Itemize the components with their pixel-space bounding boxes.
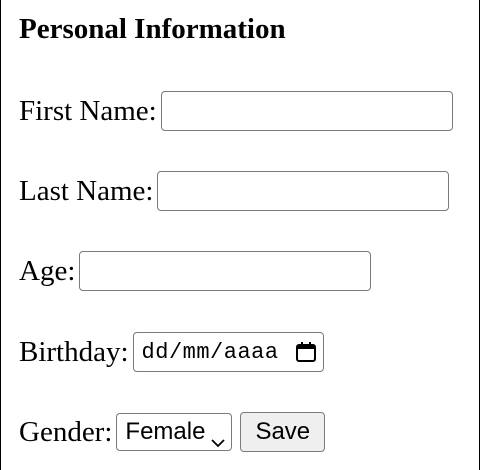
gender-label: Gender: [19, 416, 113, 448]
form-container: Personal Information First Name: Last Na… [0, 0, 480, 470]
birthday-label: Birthday: [19, 336, 129, 368]
first-name-label: First Name: [19, 95, 157, 127]
birthday-placeholder: dd/mm/aaaa [141, 339, 279, 365]
form-title: Personal Information [19, 13, 286, 45]
age-input[interactable] [79, 251, 372, 291]
last-name-input[interactable] [157, 171, 450, 211]
last-name-row: Last Name: [19, 171, 450, 211]
birthday-row: Birthday: dd/mm/aaaa [19, 332, 324, 372]
gender-select[interactable]: Female [116, 413, 233, 451]
calendar-icon[interactable] [295, 341, 317, 363]
first-name-input[interactable] [160, 91, 453, 131]
gender-selected-value: Female [125, 418, 206, 445]
last-name-label: Last Name: [19, 175, 154, 207]
first-name-row: First Name: [19, 91, 453, 131]
age-label: Age: [19, 255, 76, 287]
gender-row: Gender: Female Save [19, 412, 326, 452]
chevron-down-icon [211, 427, 226, 448]
age-row: Age: [19, 251, 372, 291]
birthday-input[interactable]: dd/mm/aaaa [132, 332, 324, 372]
save-button[interactable]: Save [240, 412, 326, 452]
